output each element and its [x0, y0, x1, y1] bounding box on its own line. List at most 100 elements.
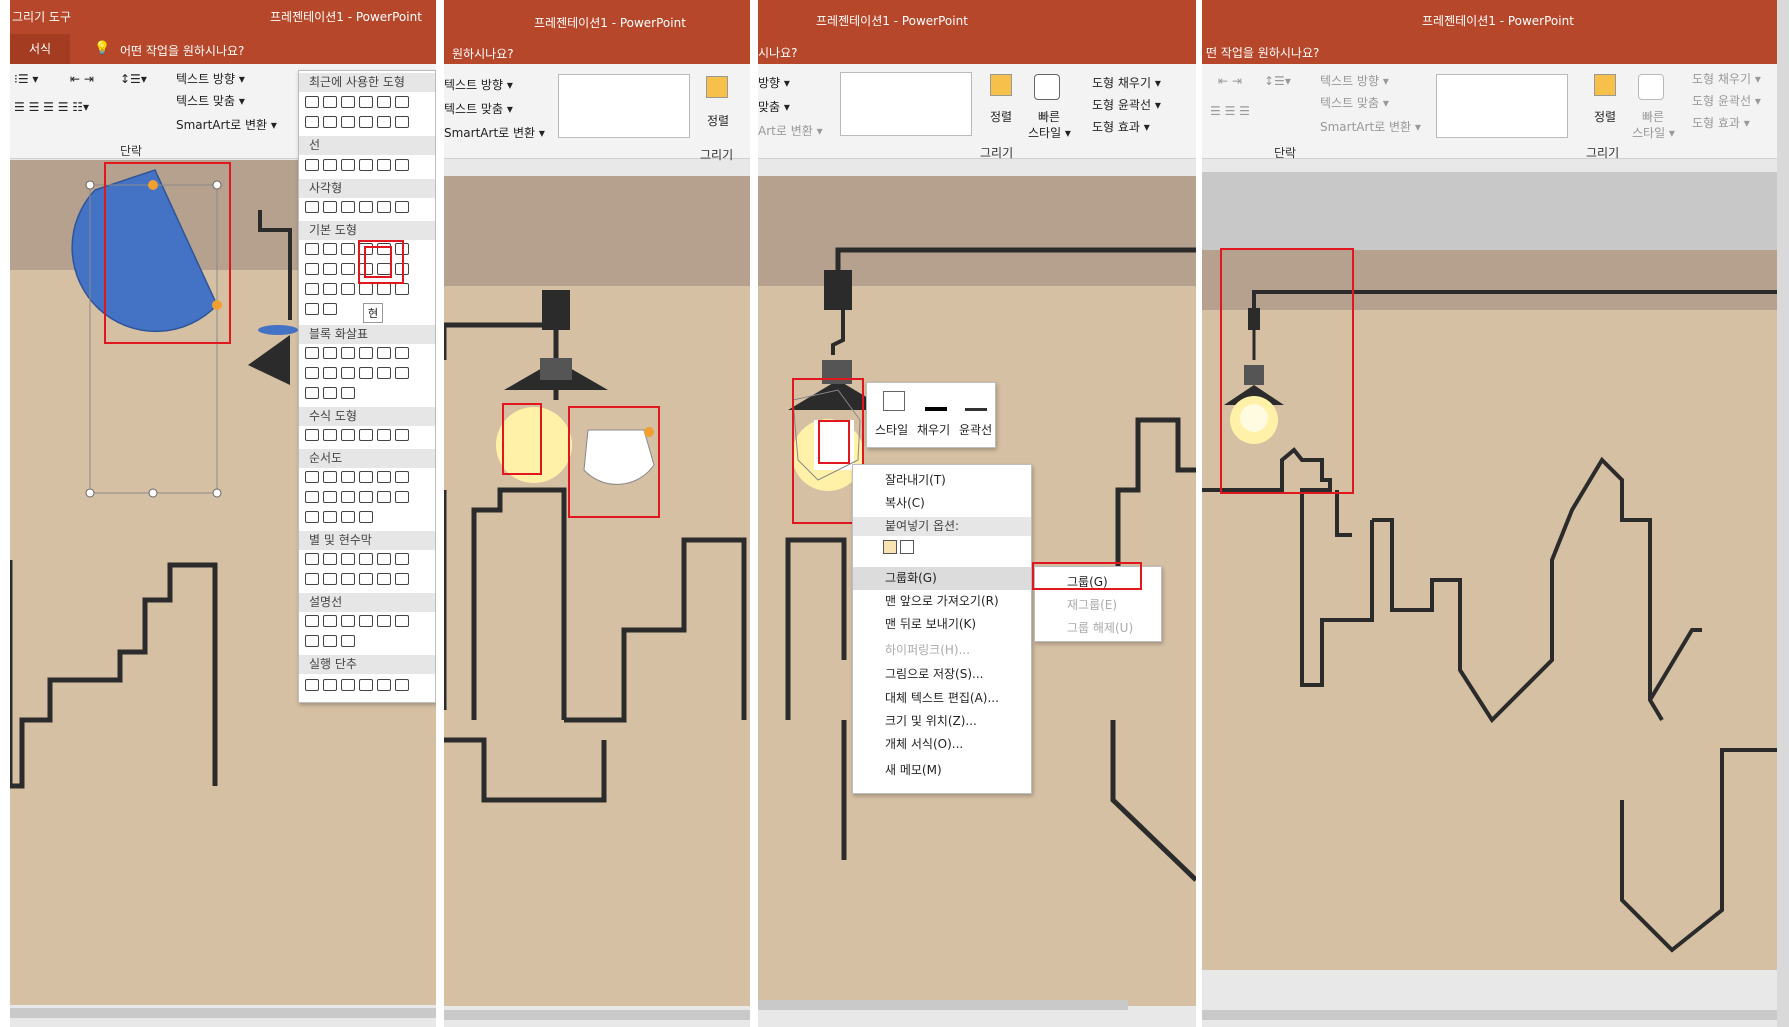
mini-style-button[interactable]: 스타일 — [875, 421, 908, 438]
vertical-scrollbar[interactable] — [1777, 0, 1789, 1027]
style-icon[interactable] — [883, 391, 905, 411]
align-text-button[interactable]: 맞춤 ▾ — [758, 98, 790, 115]
horizontal-scrollbar[interactable] — [758, 1000, 1128, 1010]
gallery-row[interactable] — [305, 303, 341, 319]
horizontal-scrollbar[interactable] — [10, 1008, 436, 1018]
shapes-mini-gallery[interactable] — [558, 74, 690, 138]
gallery-section-lines: 선 — [299, 136, 435, 155]
tell-me-search[interactable]: 떤 작업을 원하시나요? — [1206, 44, 1319, 61]
gallery-row[interactable] — [305, 573, 413, 589]
submenu-regroup[interactable]: 재그룹(E) — [1035, 594, 1161, 617]
gallery-row[interactable] — [305, 96, 413, 112]
align-text-button[interactable]: 텍스트 맞춤 ▾ — [1304, 94, 1389, 111]
gallery-row[interactable] — [305, 553, 413, 569]
gallery-row[interactable] — [305, 471, 413, 487]
app-title: 프레젠테이션1 - PowerPoint — [534, 16, 686, 30]
highlight-chord-shape-outer — [358, 240, 404, 284]
line-spacing-icon[interactable]: ↕☰▾ — [120, 72, 147, 86]
align-icons[interactable]: ☰ ☰ ☰ — [1210, 104, 1250, 118]
paragraph-group-label: 단락 — [120, 144, 143, 158]
smartart-button[interactable]: SmartArt로 변환 ▾ — [160, 116, 277, 133]
mini-fill-button[interactable]: 채우기 — [917, 421, 950, 438]
shape-fill-button[interactable]: 도형 채우기 ▾ — [1076, 74, 1161, 91]
menu-size-position[interactable]: 크기 및 위치(Z)... — [853, 710, 1031, 733]
gallery-section-callouts: 설명선 — [299, 593, 435, 612]
menu-copy[interactable]: 복사(C) — [853, 492, 1031, 515]
shape-fill-button[interactable]: 도형 채우기 ▾ — [1676, 70, 1761, 87]
smartart-button[interactable]: Art로 변환 ▾ — [758, 122, 823, 139]
gallery-row[interactable] — [305, 387, 359, 403]
gallery-row[interactable] — [305, 429, 413, 445]
gallery-row[interactable] — [305, 679, 413, 695]
gallery-row[interactable] — [305, 347, 413, 363]
tab-format[interactable]: 서식 — [10, 34, 70, 64]
gallery-section-flowchart: 순서도 — [299, 449, 435, 468]
shape-outline-button[interactable]: 도형 윤곽선 ▾ — [1076, 96, 1161, 113]
tell-me-search[interactable]: 원하시나요? — [452, 45, 514, 62]
quick-style-label-2[interactable]: 스타일 ▾ — [1028, 124, 1071, 141]
menu-bring-front[interactable]: 맨 앞으로 가져오기(R) — [853, 590, 1031, 613]
shapes-mini-gallery[interactable] — [1436, 74, 1568, 138]
indent-icons[interactable]: ⇤ ⇥ — [1218, 74, 1242, 88]
tab-bar: 원하시나요? — [444, 34, 750, 64]
gallery-row[interactable] — [305, 116, 413, 132]
text-direction-button[interactable]: 텍스트 방향 ▾ — [1304, 72, 1389, 89]
quick-style-label-1[interactable]: 빠른 — [1642, 108, 1664, 125]
text-direction-button[interactable]: 방향 ▾ — [758, 74, 790, 91]
title-bar: 그리기 도구 프레젠테이션1 - PowerPoint — [10, 0, 436, 34]
quick-style-label-1[interactable]: 빠른 — [1038, 108, 1060, 125]
align-text-button[interactable]: 텍스트 맞춤 ▾ — [160, 92, 245, 109]
ribbon: 방향 ▾ 맞춤 ▾ Art로 변환 ▾ 정렬 빠른 스타일 ▾ 도형 채우기 ▾… — [758, 64, 1196, 160]
submenu-ungroup[interactable]: 그룹 해제(U) — [1035, 617, 1161, 640]
menu-group[interactable]: 그룹화(G) — [853, 567, 1031, 590]
align-icons[interactable]: ☰ ☰ ☰ ☰ ☷▾ — [14, 100, 89, 114]
menu-alt-text[interactable]: 대체 텍스트 편집(A)... — [853, 687, 1031, 710]
tab-bar: 서식 💡 어떤 작업을 원하시나요? — [10, 34, 436, 64]
gallery-row[interactable] — [305, 159, 413, 175]
bullets-icon[interactable]: ⁝☰ ▾ — [14, 72, 38, 86]
gallery-row[interactable] — [305, 635, 359, 651]
ribbon: 텍스트 방향 ▾ 텍스트 맞춤 ▾ SmartArt로 변환 ▾ 정렬 그리기 — [444, 64, 750, 162]
gallery-row[interactable] — [305, 367, 413, 383]
fill-icon[interactable] — [925, 391, 947, 411]
smartart-button[interactable]: SmartArt로 변환 ▾ — [1304, 118, 1421, 135]
title-bar: 프레젠테이션1 - PowerPoint — [758, 0, 1196, 34]
tell-me-search[interactable]: 시나요? — [758, 44, 798, 61]
shape-effects-button[interactable]: 도형 효과 ▾ — [1676, 114, 1750, 131]
indent-icons[interactable]: ⇤ ⇥ — [70, 72, 94, 86]
menu-send-back[interactable]: 맨 뒤로 보내기(K) — [853, 613, 1031, 636]
text-direction-button[interactable]: 텍스트 방향 ▾ — [444, 76, 513, 93]
highlight-lamp-glow — [502, 403, 542, 475]
arrange-button[interactable]: 정렬 — [990, 108, 1012, 125]
shape-outline-button[interactable]: 도형 윤곽선 ▾ — [1676, 92, 1761, 109]
gallery-row[interactable] — [305, 283, 413, 299]
quick-style-label-2[interactable]: 스타일 ▾ — [1632, 124, 1675, 141]
gallery-row[interactable] — [305, 511, 377, 527]
paragraph-group-label: 단락 — [1274, 146, 1297, 160]
outline-icon[interactable] — [965, 391, 987, 411]
menu-hyperlink[interactable]: 하이퍼링크(H)... — [853, 639, 1031, 662]
gallery-row[interactable] — [305, 615, 413, 631]
text-direction-button[interactable]: 텍스트 방향 ▾ — [160, 70, 245, 87]
gallery-row[interactable] — [305, 201, 413, 217]
mini-outline-button[interactable]: 윤곽선 — [959, 421, 992, 438]
arrange-button[interactable]: 정렬 — [1594, 108, 1616, 125]
horizontal-scrollbar[interactable] — [1202, 1010, 1777, 1020]
smartart-button[interactable]: SmartArt로 변환 ▾ — [444, 124, 545, 141]
contextual-tab-label: 그리기 도구 — [12, 10, 72, 24]
menu-save-picture[interactable]: 그림으로 저장(S)... — [853, 663, 1031, 686]
horizontal-scrollbar[interactable] — [444, 1010, 750, 1020]
tell-me-search[interactable]: 어떤 작업을 원하시나요? — [120, 42, 244, 59]
gallery-row[interactable] — [305, 491, 413, 507]
shapes-mini-gallery[interactable] — [840, 72, 972, 136]
align-text-button[interactable]: 텍스트 맞춤 ▾ — [444, 100, 513, 117]
shape-tooltip: 현 — [363, 303, 384, 323]
arrange-icon — [990, 74, 1012, 96]
menu-cut[interactable]: 잘라내기(T) — [853, 469, 1031, 492]
arrange-button[interactable]: 정렬 — [707, 112, 729, 129]
paste-options-icons[interactable] — [883, 539, 933, 561]
menu-new-comment[interactable]: 새 메모(M) — [853, 759, 1031, 782]
menu-format-object[interactable]: 개체 서식(O)... — [853, 733, 1031, 756]
line-spacing-icon[interactable]: ↕☰▾ — [1264, 74, 1291, 88]
shape-effects-button[interactable]: 도형 효과 ▾ — [1076, 118, 1150, 135]
